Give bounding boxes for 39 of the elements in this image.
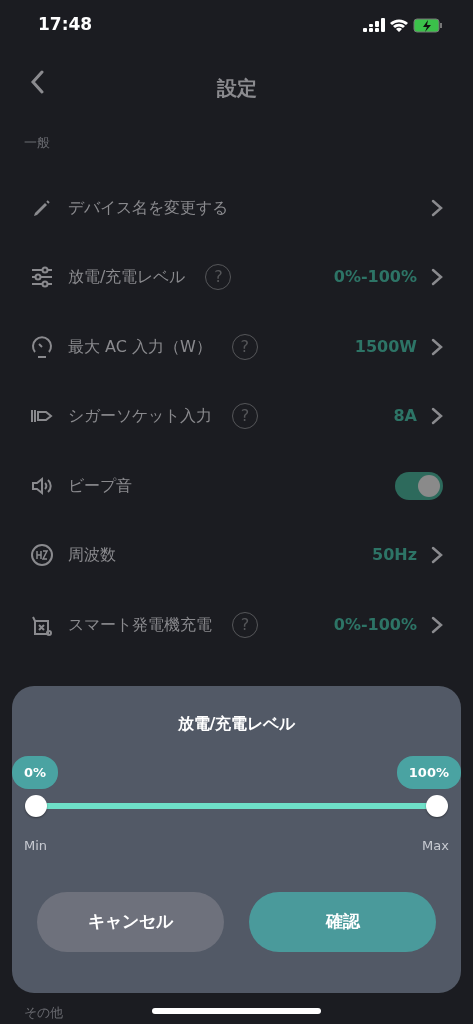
setting-value: 0%-100%: [333, 613, 417, 636]
sheet-title: 放電/充電レベル: [177, 714, 296, 733]
back-icon[interactable]: [30, 70, 44, 94]
setting-value: 8A: [393, 405, 417, 428]
confirm-button[interactable]: 確認: [249, 891, 436, 952]
clock-time: 17:48: [38, 13, 93, 37]
signal-icon: [363, 18, 385, 32]
cancel-button[interactable]: キャンセル: [37, 891, 224, 952]
setting-label: ビープ音: [68, 474, 132, 497]
chevron-icon[interactable]: [431, 268, 443, 287]
setting-label: スマート発電機充電: [68, 613, 212, 636]
chevron-icon[interactable]: [431, 407, 443, 426]
range-slider[interactable]: [25, 794, 448, 818]
value-badge: 0%: [12, 756, 59, 789]
value-badge: 100%: [396, 756, 461, 789]
setting-label: デバイス名を変更する: [68, 196, 228, 219]
min-label: Min: [24, 837, 48, 855]
section-title: その他: [24, 1004, 63, 1023]
gauge-icon: [30, 334, 54, 359]
toggle-switch[interactable]: [395, 471, 443, 500]
setting-label: 最大 AC 入力（W）: [68, 335, 212, 358]
setting-value: 0%-100%: [333, 266, 417, 289]
sliders-icon: [30, 265, 54, 290]
chevron-icon[interactable]: [431, 615, 443, 634]
setting-value: 1500W: [354, 335, 417, 358]
setting-label: シガーソケット入力: [68, 405, 212, 428]
page-title: 設定: [216, 74, 257, 102]
battery-icon: [413, 17, 443, 33]
hz-icon: [30, 543, 54, 568]
chevron-icon[interactable]: [431, 198, 443, 217]
chevron-icon[interactable]: [431, 337, 443, 356]
chevron-icon[interactable]: [431, 546, 443, 565]
setting-label: 放電/充電レベル: [68, 266, 186, 289]
setting-value: 50Hz: [372, 544, 417, 567]
max-label: Max: [422, 837, 449, 855]
slider-thumb[interactable]: [426, 795, 448, 817]
wifi-icon: [389, 18, 409, 32]
setting-label: 周波数: [68, 544, 116, 567]
slider-thumb[interactable]: [25, 795, 47, 817]
